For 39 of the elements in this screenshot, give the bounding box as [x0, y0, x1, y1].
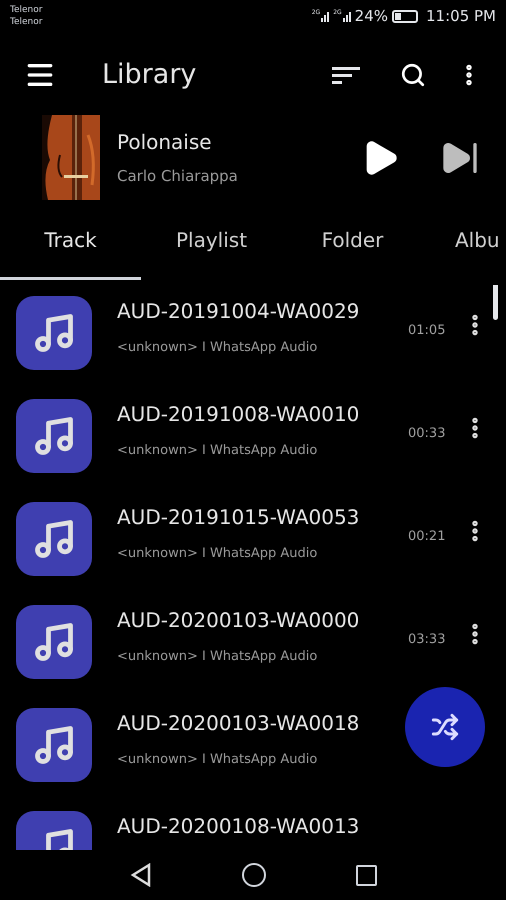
sort-icon[interactable] — [332, 66, 360, 84]
track-subtitle: <unknown> I WhatsApp Audio — [117, 751, 318, 769]
battery-percent: 24% — [354, 6, 388, 27]
battery-icon — [392, 10, 418, 22]
music-note-icon — [16, 296, 92, 370]
recents-icon[interactable] — [356, 864, 376, 886]
scrollbar[interactable] — [493, 285, 498, 320]
search-icon[interactable] — [400, 62, 426, 88]
track-title[interactable]: AUD-20200103-WA0018 — [117, 708, 506, 738]
tab[interactable]: Albu — [423, 205, 506, 280]
tab[interactable]: Track — [0, 205, 141, 280]
tab[interactable]: Folder — [282, 205, 423, 280]
back-icon[interactable] — [130, 863, 152, 887]
track-title[interactable]: AUD-20200108-WA0013 — [117, 811, 506, 841]
tab[interactable]: Playlist — [141, 205, 282, 280]
carrier-name: Telenor — [10, 4, 42, 16]
track-duration: 03:33 — [408, 631, 446, 649]
track-duration: 00:21 — [408, 528, 446, 546]
status-time: 11:05 PM — [426, 6, 496, 27]
music-note-icon — [16, 605, 92, 679]
track-subtitle: <unknown> I WhatsApp Audio — [117, 648, 318, 666]
app-title: Library — [102, 58, 198, 92]
music-note-icon — [16, 399, 92, 473]
track-subtitle: <unknown> I WhatsApp Audio — [117, 442, 318, 460]
track-title[interactable]: AUD-20191015-WA0053 — [117, 502, 408, 532]
track-subtitle: <unknown> I WhatsApp Audio — [117, 545, 318, 563]
carrier-name: Telenor — [10, 16, 42, 28]
song-title: Polonaise — [117, 129, 213, 156]
track-subtitle: <unknown> I WhatsApp Audio — [117, 339, 318, 357]
music-note-icon — [16, 502, 92, 576]
track-title[interactable]: AUD-20191004-WA0029 — [117, 296, 408, 326]
shuffle-icon — [431, 713, 459, 741]
music-note-icon — [16, 708, 92, 782]
track-title[interactable]: AUD-20191008-WA0010 — [117, 399, 408, 429]
track-duration: 01:05 — [408, 322, 446, 340]
track-title[interactable]: AUD-20200103-WA0000 — [117, 605, 408, 635]
home-icon[interactable] — [242, 863, 266, 887]
track-duration: 00:33 — [408, 425, 446, 443]
song-artist: Carlo Chiarappa — [117, 166, 239, 188]
